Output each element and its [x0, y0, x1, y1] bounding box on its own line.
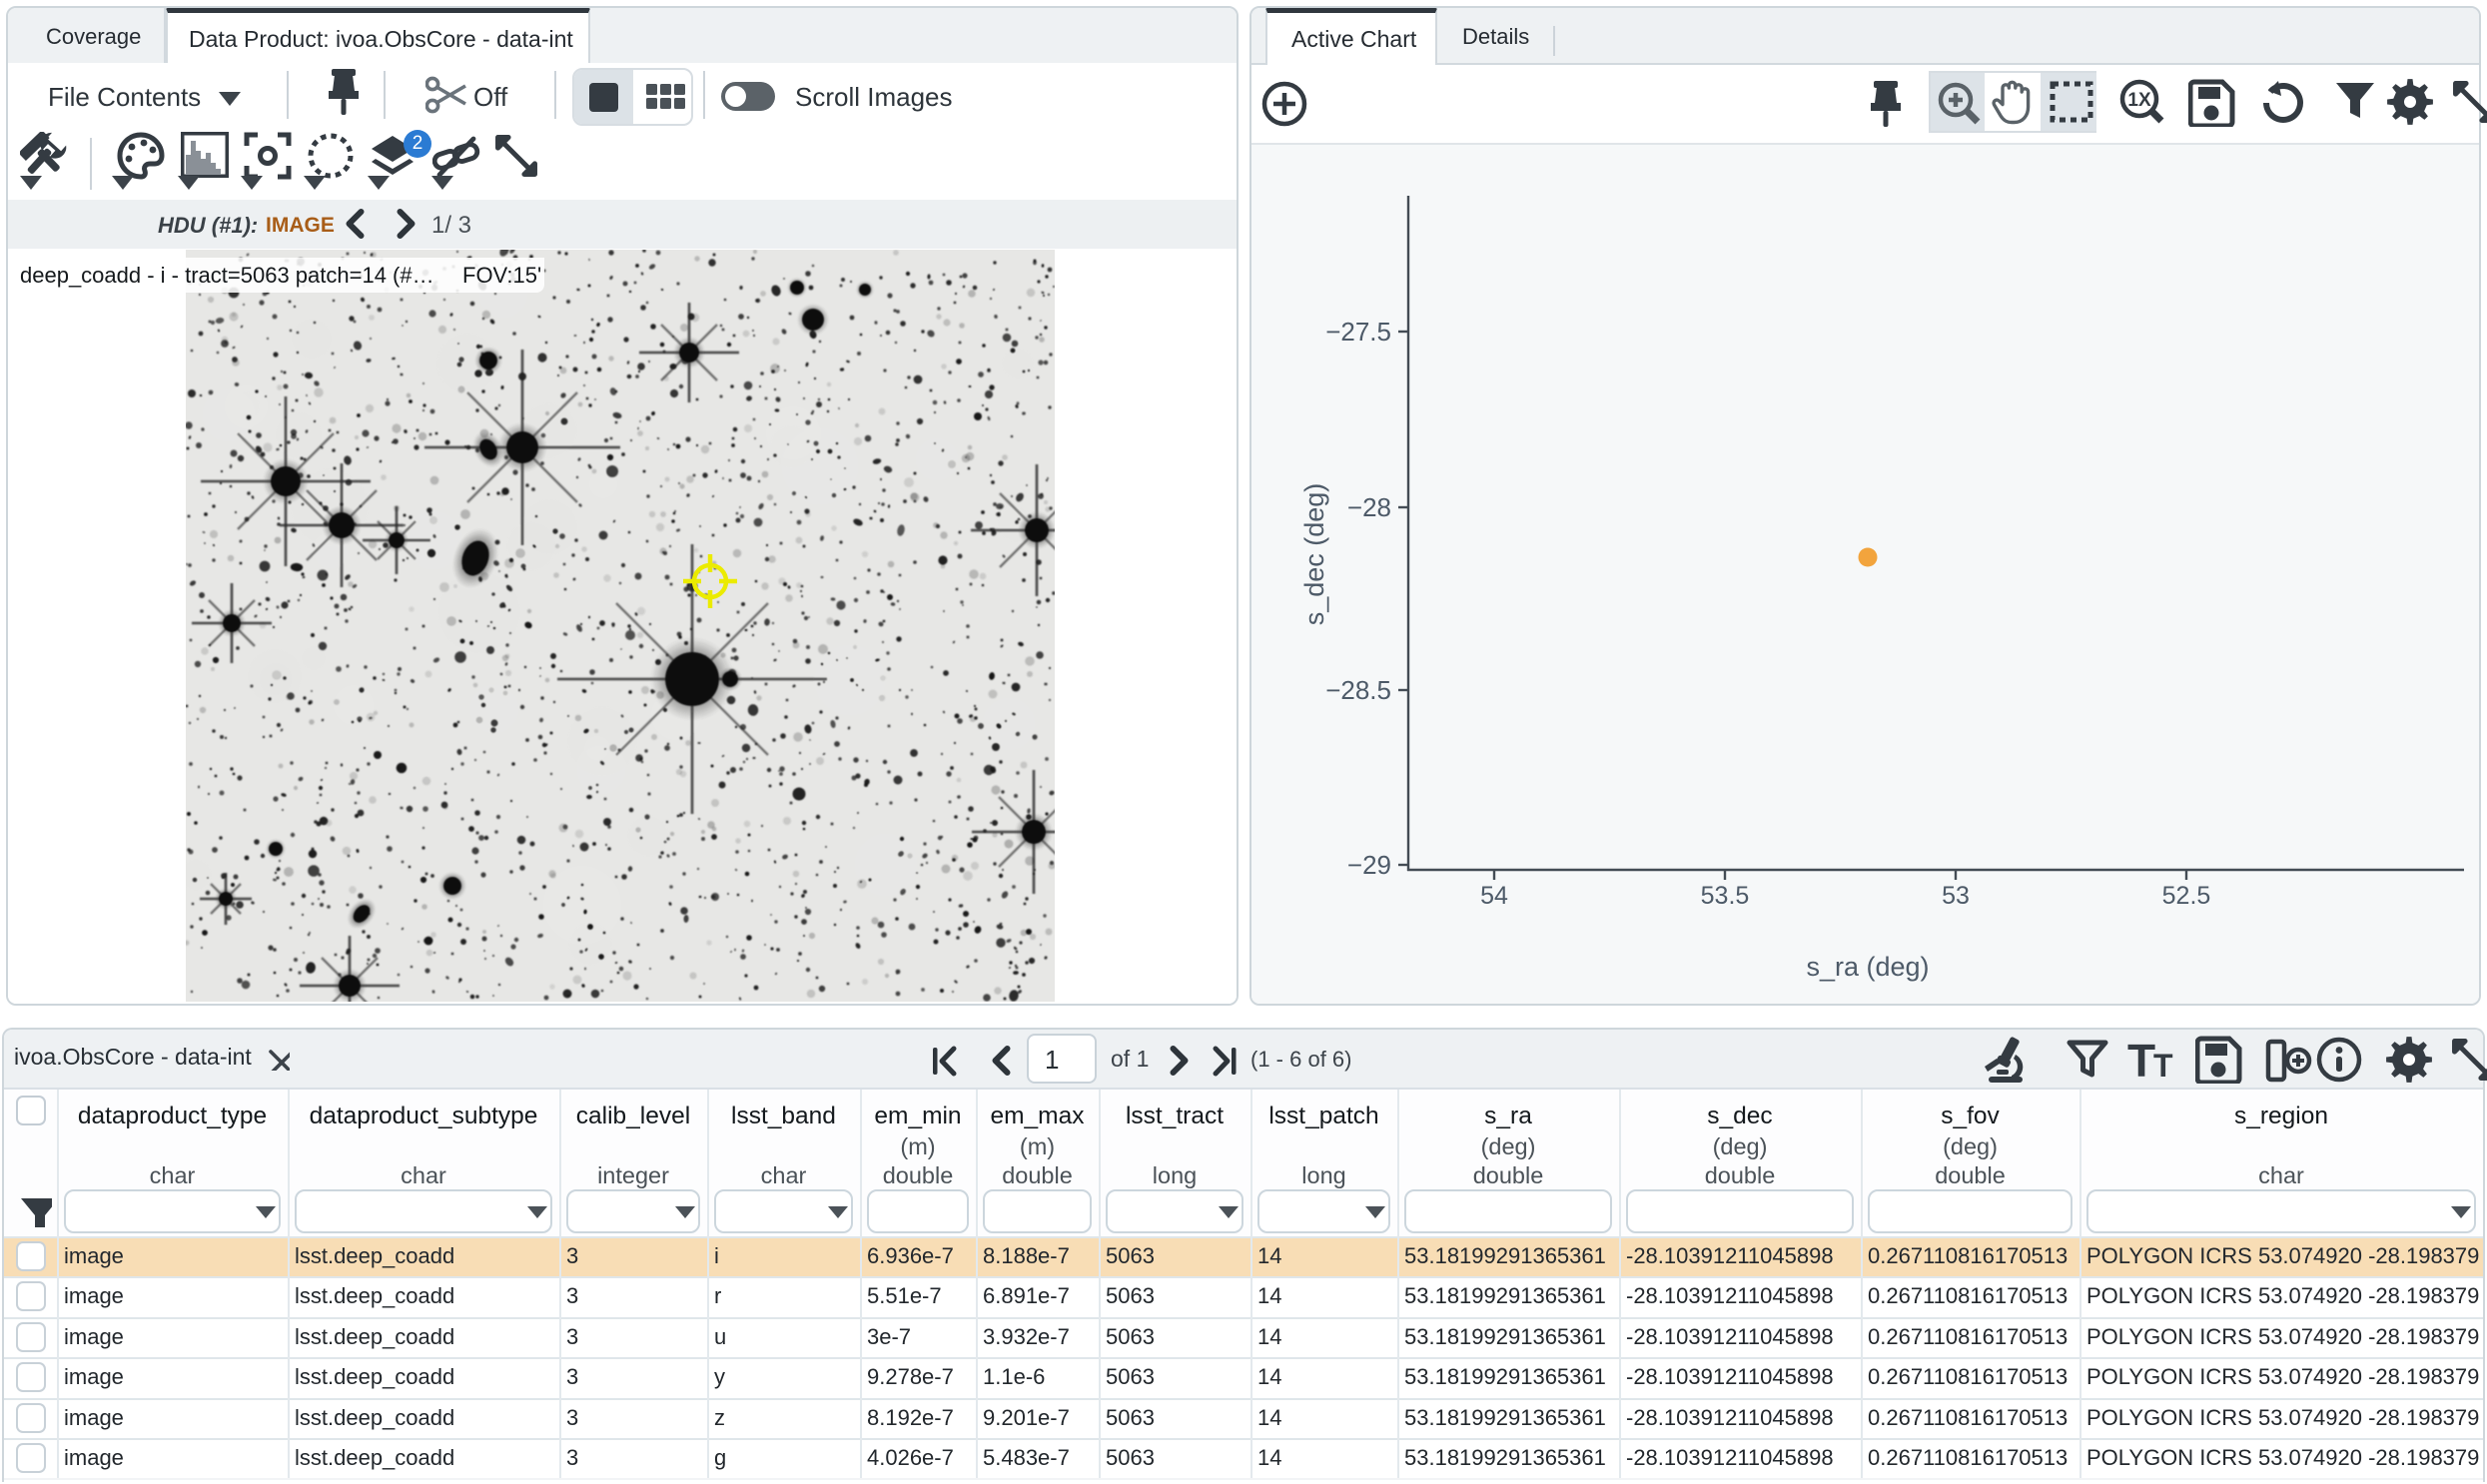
svg-text:54: 54 — [1480, 882, 1508, 910]
svg-text:s_ra (deg): s_ra (deg) — [1806, 952, 1929, 982]
svg-text:1X: 1X — [2127, 90, 2151, 111]
svg-text:T: T — [2127, 1039, 2155, 1083]
svg-text:−28.5: −28.5 — [1325, 675, 1391, 705]
svg-text:−28: −28 — [1347, 492, 1391, 522]
svg-text:−29: −29 — [1347, 850, 1391, 880]
svg-text:52.5: 52.5 — [2162, 882, 2211, 910]
svg-text:53: 53 — [1942, 882, 1970, 910]
svg-text:T: T — [2153, 1048, 2173, 1083]
svg-text:−27.5: −27.5 — [1325, 317, 1391, 347]
svg-text:53.5: 53.5 — [1701, 882, 1750, 910]
svg-text:s_dec (deg): s_dec (deg) — [1299, 483, 1329, 626]
